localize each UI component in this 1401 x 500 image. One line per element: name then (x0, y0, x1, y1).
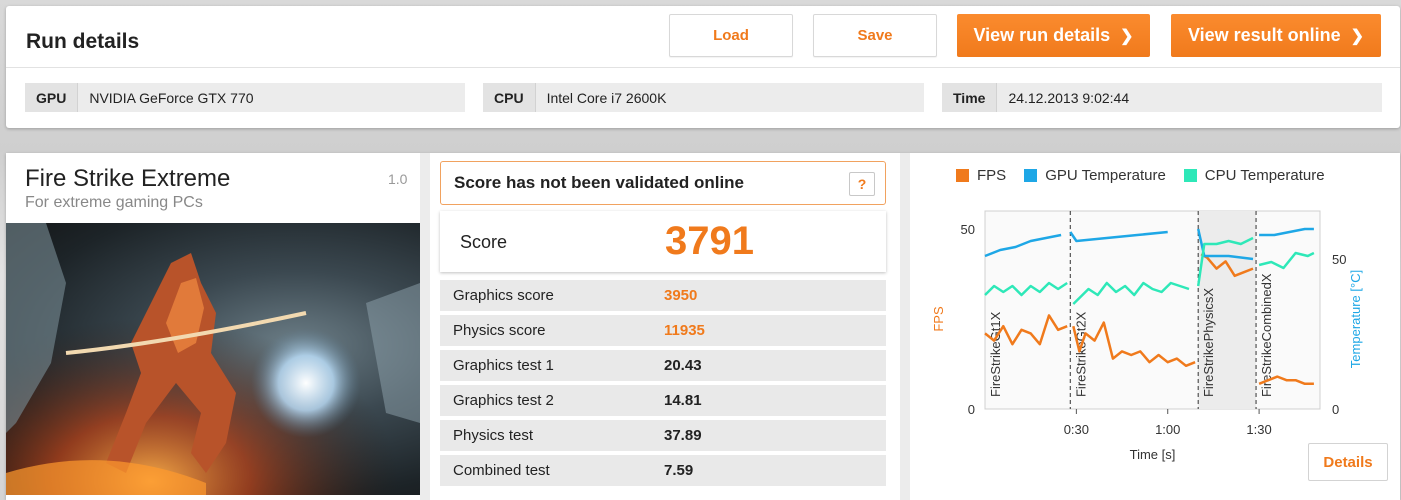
legend-label: GPU Temperature (1045, 167, 1166, 184)
time-value: 24.12.2013 9:02:44 (1008, 89, 1130, 106)
y-left-tick-label: 50 (961, 222, 975, 237)
x-tick-label: 0:30 (1064, 422, 1089, 437)
divider (6, 67, 1400, 68)
legend-item-cpu-temp: CPU Temperature (1183, 167, 1325, 184)
score-value: 3791 (665, 219, 754, 263)
result-row: Graphics score 3950 (440, 280, 886, 311)
details-button[interactable]: Details (1308, 443, 1388, 481)
result-label: Physics score (453, 322, 546, 339)
result-value: 20.43 (664, 357, 702, 374)
legend-item-fps: FPS (956, 167, 1006, 184)
view-result-online-button[interactable]: View result online ❯ (1171, 14, 1381, 57)
gpu-label: GPU (25, 83, 79, 112)
legend-swatch (956, 169, 969, 182)
view-result-online-label: View result online (1187, 25, 1341, 45)
score-box: Score 3791 (440, 211, 886, 272)
legend-swatch (1183, 169, 1197, 182)
result-row: Physics score 11935 (440, 315, 886, 346)
y-left-tick-label: 0 (968, 402, 975, 417)
result-label: Graphics test 1 (453, 357, 554, 374)
column-divider (900, 153, 910, 500)
view-run-details-label: View run details (973, 25, 1111, 45)
cpu-value: Intel Core i7 2600K (546, 89, 667, 106)
gpu-field: GPU NVIDIA GeForce GTX 770 (25, 83, 465, 112)
result-row: Graphics test 1 20.43 (440, 350, 886, 381)
time-field: Time 24.12.2013 9:02:44 (942, 83, 1382, 112)
performance-chart: FireStrikeGt1X FireStrikeGt2X FireStrikePh… (931, 210, 1363, 462)
legend-swatch (1024, 169, 1038, 182)
fire-demon-artwork-image (6, 223, 420, 495)
result-label: Physics test (453, 427, 534, 444)
legend-label: CPU Temperature (1204, 167, 1325, 184)
chevron-right-icon: ❯ (1120, 27, 1134, 45)
y-right-tick-label: 0 (1332, 402, 1339, 417)
x-axis-label: Time [s] (1130, 447, 1176, 462)
section-label: FireStrikeGt1X (988, 311, 1003, 397)
benchmark-artwork (6, 223, 420, 495)
legend-item-gpu-temp: GPU Temperature (1024, 167, 1166, 184)
x-tick-label: 1:00 (1155, 422, 1180, 437)
validation-notice: Score has not been validated online ? (440, 161, 886, 205)
benchmark-name: Fire Strike Extreme (25, 165, 231, 192)
section-label: FireStrikePhysicsX (1201, 288, 1216, 397)
result-panel: Fire Strike Extreme For extreme gaming P… (6, 153, 1400, 500)
result-value: 3950 (664, 287, 698, 304)
result-label: Combined test (453, 462, 550, 479)
time-label: Time (942, 83, 998, 112)
chart-legend: FPS GPU Temperature CPU Temperature (956, 167, 1325, 184)
save-button[interactable]: Save (813, 14, 937, 57)
result-value: 14.81 (664, 392, 702, 409)
score-label: Score (460, 232, 508, 252)
cpu-label: CPU (483, 83, 536, 112)
y-right-tick-label: 50 (1332, 252, 1346, 267)
section-label: FireStrikeGt2X (1073, 311, 1088, 397)
help-button[interactable]: ? (849, 172, 875, 196)
y-left-axis-label: FPS (931, 306, 946, 332)
y-right-axis-label: Temperature [°C] (1348, 270, 1363, 368)
run-details-panel: Run details Load Save View run details ❯… (6, 6, 1400, 128)
result-row: Graphics test 2 14.81 (440, 385, 886, 416)
cpu-field: CPU Intel Core i7 2600K (483, 83, 924, 112)
chevron-right-icon: ❯ (1350, 27, 1365, 45)
x-tick-label: 1:30 (1246, 422, 1271, 437)
result-value: 11935 (664, 322, 705, 339)
result-label: Graphics score (453, 287, 554, 304)
column-divider (420, 153, 430, 500)
validation-message: Score has not been validated online (454, 173, 745, 192)
result-row: Combined test 7.59 (440, 455, 886, 486)
result-row: Physics test 37.89 (440, 420, 886, 451)
result-label: Graphics test 2 (453, 392, 554, 409)
load-button[interactable]: Load (669, 14, 793, 57)
gpu-value: NVIDIA GeForce GTX 770 (89, 89, 254, 106)
result-value: 7.59 (664, 462, 694, 479)
details-label: Details (1323, 453, 1373, 471)
page-title: Run details (26, 30, 140, 53)
result-value: 37.89 (664, 427, 702, 444)
legend-label: FPS (977, 167, 1007, 184)
benchmark-version: 1.0 (388, 171, 408, 187)
view-run-details-button[interactable]: View run details ❯ (957, 14, 1150, 57)
benchmark-subtitle: For extreme gaming PCs (25, 194, 203, 211)
